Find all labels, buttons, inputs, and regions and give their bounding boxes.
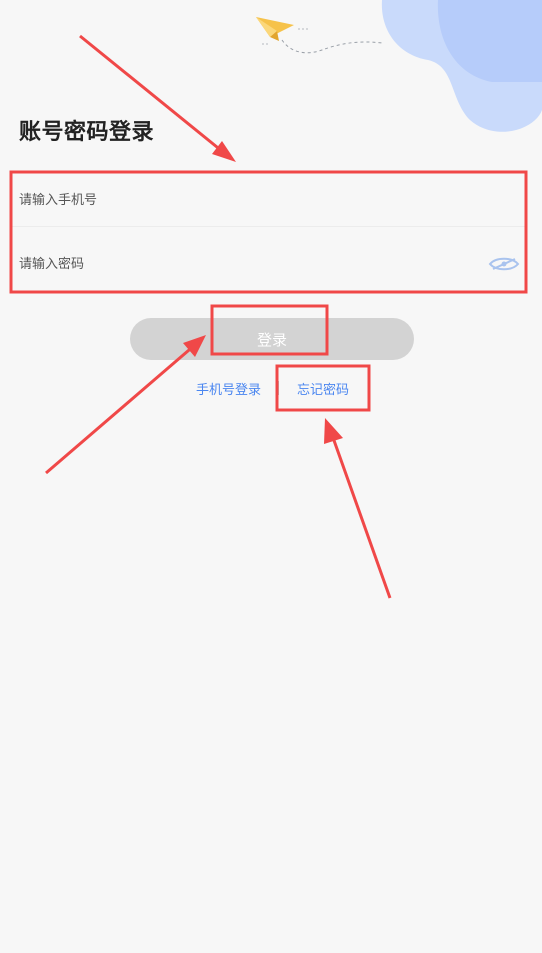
- login-screen: 账号密码登录 登录 手机号登录 忘记密码: [0, 0, 542, 953]
- phone-field-row: [12, 172, 527, 228]
- login-form: [12, 172, 527, 292]
- password-field-row: [12, 236, 527, 292]
- login-button[interactable]: 登录: [130, 318, 414, 360]
- link-separator: [278, 381, 279, 395]
- field-divider: [12, 226, 527, 227]
- flight-trail-line: [281, 39, 383, 54]
- paper-plane-icon: [256, 17, 294, 41]
- page-title: 账号密码登录: [19, 120, 155, 145]
- annotation-arrow-forgot: [329, 431, 392, 599]
- eye-closed-icon[interactable]: [488, 256, 520, 272]
- annotation-arrow-login: [45, 342, 197, 475]
- forgot-password-link[interactable]: 忘记密码: [297, 379, 349, 398]
- phone-input[interactable]: [19, 172, 479, 228]
- phone-login-link[interactable]: 手机号登录: [196, 379, 261, 398]
- annotation-arrowhead-forgot: [324, 418, 343, 444]
- password-input[interactable]: [19, 236, 479, 292]
